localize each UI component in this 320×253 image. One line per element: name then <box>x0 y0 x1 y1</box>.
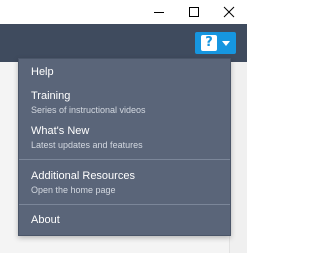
menu-item-additional-resources[interactable]: Additional Resources Open the home page <box>19 170 230 196</box>
window-title-bar <box>0 0 247 24</box>
menu-item-about[interactable]: About <box>19 214 230 227</box>
menu-item-description: Open the home page <box>31 185 116 195</box>
menu-item-whats-new[interactable]: What's New Latest updates and features <box>19 125 230 151</box>
menu-item-description: Latest updates and features <box>31 140 143 150</box>
help-dropdown-menu: Help Training Series of instructional vi… <box>18 58 231 236</box>
menu-item-label: About <box>31 214 60 226</box>
menu-item-help[interactable]: Help <box>19 66 230 79</box>
menu-item-label: Help <box>31 66 54 78</box>
menu-item-label: What's New <box>31 125 90 137</box>
menu-item-description: Series of instructional videos <box>31 105 146 115</box>
close-button[interactable] <box>212 0 246 24</box>
close-icon <box>223 6 235 18</box>
menu-separator <box>19 159 230 160</box>
minimize-icon <box>154 12 164 13</box>
maximize-icon <box>189 7 199 17</box>
menu-item-training[interactable]: Training Series of instructional videos <box>19 90 230 116</box>
maximize-button[interactable] <box>177 0 211 24</box>
menu-item-label: Training <box>31 90 71 102</box>
question-mark-icon: ? <box>201 35 217 51</box>
scrollbar-track[interactable] <box>229 62 247 253</box>
menu-separator <box>19 204 230 205</box>
chevron-down-icon <box>222 41 230 46</box>
minimize-button[interactable] <box>142 0 176 24</box>
help-menu-button[interactable]: ? <box>195 32 236 54</box>
menu-item-label: Additional Resources <box>31 170 135 182</box>
